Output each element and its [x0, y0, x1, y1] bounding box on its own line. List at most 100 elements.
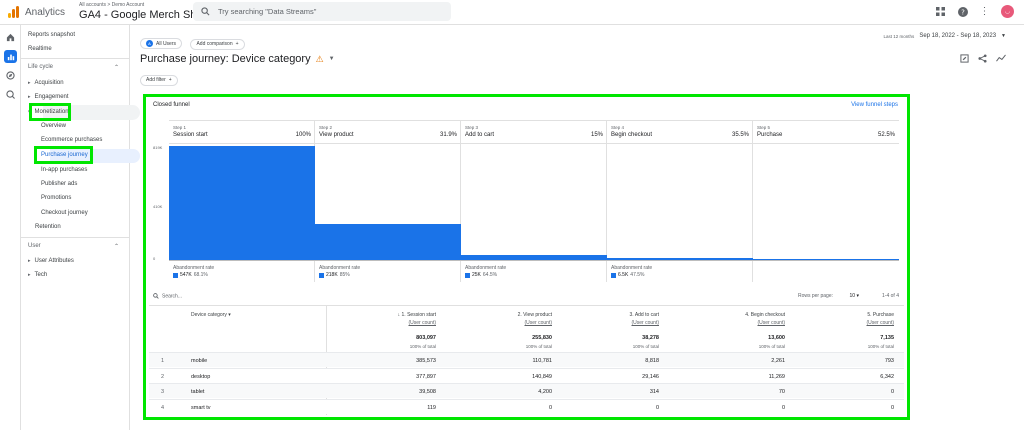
- column-header-view-product[interactable]: 2. View product (User count): [472, 312, 552, 326]
- table-search-input[interactable]: Search...: [153, 293, 182, 299]
- top-bar: Analytics All accounts > Demo Account GA…: [0, 0, 1024, 25]
- table-row[interactable]: 3 tablet 39,508 4,200 314 70 0: [149, 383, 904, 398]
- abandonment-rate-label: Abandonment rate: [173, 265, 215, 271]
- nav-section-life-cycle[interactable]: Life cycle: [28, 64, 53, 70]
- nav-acquisition[interactable]: ▸ Acquisition: [28, 80, 64, 86]
- expand-arrow-icon: ▸: [28, 94, 31, 100]
- column-header-session-start[interactable]: ↓ 1. Session start (User count): [356, 312, 436, 326]
- date-range-picker[interactable]: Last 12 months Sep 18, 2022 - Sep 18, 20…: [884, 33, 1006, 39]
- funnel-step[interactable]: Step 5 Purchase 52.5%: [753, 120, 899, 282]
- expand-arrow-icon: ▸: [28, 272, 31, 278]
- table-row[interactable]: 2 desktop 377,897 140,849 29,146 11,269 6,342: [149, 367, 904, 383]
- report-navigation: Reports snapshot Realtime Life cycle ⌃ ▸…: [21, 25, 140, 430]
- nav-retention[interactable]: Retention: [35, 224, 61, 230]
- dimension-header[interactable]: Device category ▾: [191, 312, 231, 318]
- funnel-step-header: Step 4 Begin checkout 35.5%: [607, 120, 753, 144]
- column-header-begin-checkout[interactable]: 4. Begin checkout (User count): [705, 312, 785, 326]
- metric-cell: 0: [548, 404, 552, 411]
- device-category-cell[interactable]: desktop: [191, 374, 210, 380]
- more-vert-icon[interactable]: ⋮: [979, 6, 990, 17]
- highlight-monetization: [29, 103, 71, 121]
- metric-cell: 385,573: [416, 358, 436, 364]
- device-category-cell[interactable]: tablet: [191, 389, 204, 395]
- search-input[interactable]: Try searching "Data Streams": [193, 2, 451, 21]
- metric-cell: 793: [884, 358, 894, 364]
- device-category-cell[interactable]: mobile: [191, 358, 207, 364]
- metric-cell: 0: [781, 404, 785, 411]
- view-funnel-steps-link[interactable]: View funnel steps: [851, 102, 898, 108]
- help-icon[interactable]: ?: [957, 6, 968, 17]
- chevron-down-icon: ▼: [1001, 33, 1006, 39]
- table-row[interactable]: 1 mobile 385,573 110,781 8,818 2,261 793: [149, 352, 904, 367]
- column-header-add-to-cart[interactable]: 3. Add to cart (User count): [579, 312, 659, 326]
- total-pct: 100% of total: [525, 344, 552, 349]
- funnel-step-name: View product: [319, 132, 354, 138]
- funnel-step-number: Step 4: [611, 125, 625, 130]
- funnel-bar[interactable]: [315, 223, 461, 260]
- nav-tech[interactable]: ▸ Tech: [28, 272, 47, 278]
- nav-user-attributes[interactable]: ▸ User Attributes: [28, 258, 74, 264]
- rows-per-page-select[interactable]: 10 ▾: [850, 293, 859, 299]
- funnel-bar[interactable]: [607, 258, 753, 260]
- home-icon[interactable]: [5, 32, 16, 43]
- share-icon[interactable]: [978, 54, 987, 65]
- plus-icon: +: [168, 77, 172, 83]
- reports-icon[interactable]: [4, 50, 17, 63]
- avatar[interactable]: ◡: [1001, 5, 1014, 18]
- legend-swatch: [319, 272, 324, 278]
- nav-realtime[interactable]: Realtime: [28, 46, 52, 52]
- abandonment-rate-label: Abandonment rate: [319, 265, 361, 271]
- nav-in-app-purchases[interactable]: In-app purchases: [41, 167, 87, 173]
- column-header-purchase[interactable]: 5. Purchase (User count): [814, 312, 894, 326]
- total-pct: 100% of total: [409, 344, 436, 349]
- nav-ecommerce-purchases[interactable]: Ecommerce purchases: [41, 137, 102, 143]
- nav-engagement[interactable]: ▸ Engagement: [28, 94, 69, 100]
- total-pct: 100% of total: [867, 344, 894, 349]
- add-filter-button[interactable]: Add filter +: [140, 74, 178, 86]
- explore-icon[interactable]: [5, 70, 16, 81]
- chevron-down-icon[interactable]: ▼: [329, 56, 335, 62]
- nav-reports-snapshot[interactable]: Reports snapshot: [28, 32, 75, 38]
- device-category-cell[interactable]: smart tv: [191, 405, 211, 411]
- nav-section-user[interactable]: User: [28, 243, 41, 249]
- funnel-step-pct: 15%: [590, 132, 603, 138]
- funnel-step-header: Step 1 Session start 100%: [169, 120, 315, 144]
- funnel-step[interactable]: Step 4 Begin checkout 35.5% Abandonment rat…: [607, 120, 753, 282]
- totals-row: 803,097 100% of total 255,830 100% of to…: [149, 332, 904, 352]
- apps-grid-icon[interactable]: [935, 6, 946, 17]
- nav-checkout-journey[interactable]: Checkout journey: [41, 210, 88, 216]
- table-header: Device category ▾ ↓ 1. Session start (Use…: [149, 305, 904, 332]
- nav-overview[interactable]: Overview: [41, 123, 66, 129]
- metric-cell: 4,200: [538, 389, 552, 395]
- customize-report-icon[interactable]: [960, 54, 969, 65]
- funnel-step[interactable]: Step 1 Session start 100% Abandonment rate 5…: [169, 120, 315, 282]
- advertising-icon[interactable]: [5, 89, 16, 100]
- funnel-bar[interactable]: [753, 259, 899, 260]
- add-comparison-button[interactable]: Add comparison +: [190, 38, 245, 50]
- abandonment-rate-value: 218K 85%: [319, 272, 350, 278]
- insights-icon[interactable]: [996, 54, 1006, 65]
- segment-letter: A: [146, 40, 153, 47]
- funnel-bar[interactable]: [169, 146, 315, 260]
- segment-chip-all-users[interactable]: A All Users: [140, 38, 183, 49]
- funnel-title: Closed funnel: [153, 102, 190, 108]
- analytics-logo[interactable]: [8, 6, 19, 18]
- funnel-bar[interactable]: [461, 254, 607, 260]
- metric-cell: 29,146: [642, 373, 659, 380]
- total-pct: 100% of total: [632, 344, 659, 349]
- funnel-step[interactable]: Step 2 View product 31.9% Abandonment rate 2…: [315, 120, 461, 282]
- funnel-step-header: Step 2 View product 31.9%: [315, 120, 461, 144]
- chevron-up-icon[interactable]: ⌃: [114, 64, 119, 71]
- total-value: 7,135: [880, 335, 894, 341]
- warning-icon[interactable]: ⚠: [316, 54, 324, 65]
- nav-promotions[interactable]: Promotions: [41, 195, 71, 201]
- chevron-up-icon[interactable]: ⌃: [114, 243, 119, 250]
- funnel-step[interactable]: Step 3 Add to cart 15% Abandonment rate 25K 6…: [461, 120, 607, 282]
- table-controls: Search... Rows per page: 10 ▾ 1-4 of 4: [153, 291, 903, 303]
- abandonment-rate-value: 6.5K 47.5%: [611, 272, 644, 278]
- funnel-step-name: Session start: [173, 132, 208, 138]
- nav-publisher-ads[interactable]: Publisher ads: [41, 181, 77, 187]
- total-value: 803,097: [416, 335, 436, 341]
- funnel-plot-area: [461, 145, 607, 261]
- table-row[interactable]: 4 smart tv 119 0 0 0 0: [149, 398, 904, 414]
